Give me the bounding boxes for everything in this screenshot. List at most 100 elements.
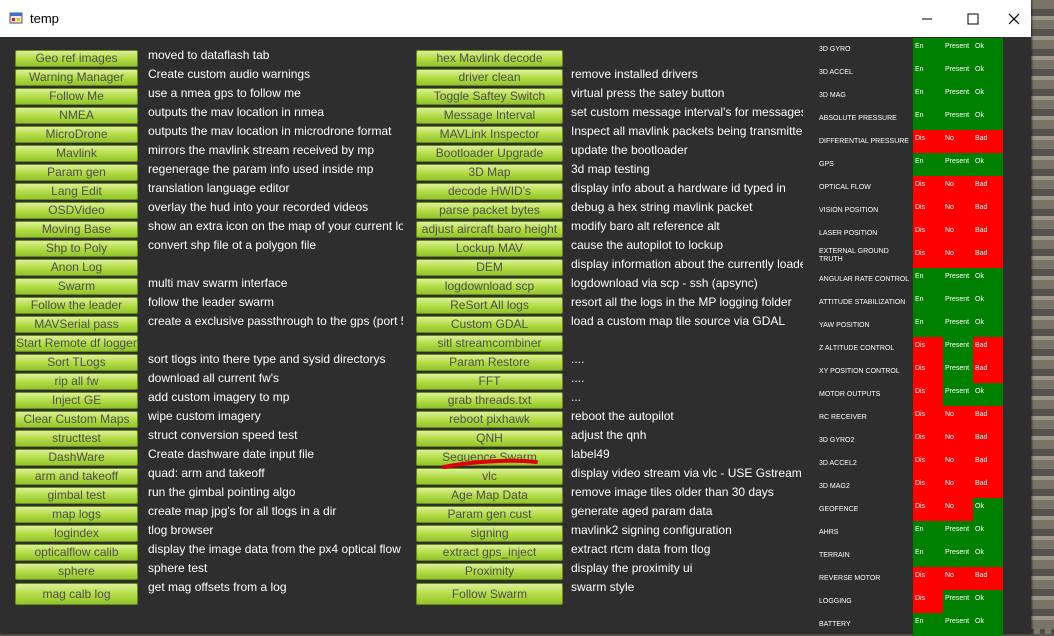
sensor-status-cell: Dis bbox=[913, 406, 943, 429]
tool-button[interactable]: logindex bbox=[15, 525, 138, 542]
tool-description: set custom message interval's for messag… bbox=[571, 105, 803, 119]
tool-button[interactable]: Start Remote df logger bbox=[15, 335, 138, 352]
tool-button[interactable]: Proximity bbox=[416, 563, 563, 580]
tool-button[interactable]: decode HWID's bbox=[416, 183, 563, 200]
tool-description: debug a hex string mavlink packet bbox=[571, 200, 753, 214]
tool-button[interactable]: Message Interval bbox=[416, 107, 563, 124]
tool-button[interactable]: sitl streamcombiner bbox=[416, 335, 563, 352]
tool-button[interactable]: Warning Manager bbox=[15, 69, 138, 86]
tool-button[interactable]: Inject GE bbox=[15, 392, 138, 409]
tool-button[interactable]: grab threads.txt bbox=[416, 392, 563, 409]
tool-description: outputs the mav location in nmea bbox=[148, 105, 325, 119]
tool-button[interactable]: Shp to Poly bbox=[15, 240, 138, 257]
tool-description: reboot the autopilot bbox=[571, 409, 674, 423]
tool-button[interactable]: driver clean bbox=[416, 69, 563, 86]
sensor-status-cell: En bbox=[913, 84, 943, 107]
tool-button[interactable]: DEM bbox=[416, 259, 563, 276]
tool-button[interactable]: mag calb log bbox=[15, 583, 138, 605]
tool-button[interactable]: Follow the leader bbox=[15, 297, 138, 314]
sensor-status-cell: Dis bbox=[913, 130, 943, 153]
tool-button[interactable]: NMEA bbox=[15, 107, 138, 124]
sensor-status-text: En bbox=[915, 296, 924, 303]
tool-button[interactable]: Custom GDAL bbox=[416, 316, 563, 333]
tool-button[interactable]: Param Restore bbox=[416, 354, 563, 371]
tool-button[interactable]: adjust aircraft baro height bbox=[416, 221, 563, 238]
sensor-status-cell: Dis bbox=[913, 337, 943, 360]
tool-button[interactable]: Param gen cust bbox=[416, 506, 563, 523]
tool-description: regenerage the param info used inside mp bbox=[148, 162, 374, 176]
tool-button[interactable]: extract gps_inject bbox=[416, 544, 563, 561]
tool-button[interactable]: structtest bbox=[15, 430, 138, 447]
tool-button[interactable]: Moving Base bbox=[15, 221, 138, 238]
tool-description: display the image data from the px4 opti… bbox=[148, 542, 403, 556]
tool-button[interactable]: Anon Log bbox=[15, 259, 138, 276]
tool-button[interactable]: Age Map Data bbox=[416, 487, 563, 504]
tool-description: display the proximity ui bbox=[571, 561, 693, 575]
tool-button[interactable]: sphere bbox=[15, 563, 138, 580]
sensor-status-text: Ok bbox=[975, 595, 984, 602]
tool-button[interactable]: MAVLink Inspector bbox=[416, 126, 563, 143]
sensor-status-row: En Present Ok bbox=[913, 268, 1003, 291]
tool-button[interactable]: Follow Me bbox=[15, 88, 138, 105]
red-underline-annotation bbox=[442, 458, 538, 469]
tool-description: translation language editor bbox=[148, 181, 290, 195]
tool-button[interactable]: Sort TLogs bbox=[15, 354, 138, 371]
tool-button[interactable]: 3D Map bbox=[416, 164, 563, 181]
sensor-status-cell: Present bbox=[943, 107, 973, 130]
tool-button[interactable]: rip all fw bbox=[15, 373, 138, 390]
tool-button[interactable]: Follow Swarm bbox=[416, 583, 563, 605]
sensor-status-text: Dis bbox=[915, 365, 926, 372]
tool-button[interactable]: signing bbox=[416, 525, 563, 542]
sensor-status-cell: No bbox=[943, 498, 973, 521]
tool-description: moved to dataflash tab bbox=[148, 48, 270, 62]
sensor-status-text: Dis bbox=[915, 181, 926, 188]
tool-button[interactable]: gimbal test bbox=[15, 487, 138, 504]
sensor-status-text: Ok bbox=[975, 503, 984, 510]
tool-button[interactable]: Clear Custom Maps bbox=[15, 411, 138, 428]
tool-button[interactable]: Swarm bbox=[15, 278, 138, 295]
tool-button[interactable]: ReSort All logs bbox=[416, 297, 563, 314]
tool-button[interactable]: reboot pixhawk bbox=[416, 411, 563, 428]
minimize-button[interactable] bbox=[904, 0, 950, 37]
tool-button[interactable]: MicroDrone bbox=[15, 126, 138, 143]
sensor-status-row: En Present Ok bbox=[913, 291, 1003, 314]
tool-button[interactable]: Toggle Saftey Switch bbox=[416, 88, 563, 105]
sensor-label: Z ALTITUDE CONTROL bbox=[819, 345, 895, 352]
tool-button[interactable]: parse packet bytes bbox=[416, 202, 563, 219]
tool-button[interactable]: Geo ref images bbox=[15, 50, 138, 67]
tool-button[interactable]: Bootloader Upgrade bbox=[416, 145, 563, 162]
tool-button[interactable]: hex Mavlink decode bbox=[416, 50, 563, 67]
tool-button[interactable]: MAVSerial pass bbox=[15, 316, 138, 333]
tool-button[interactable]: Mavlink bbox=[15, 145, 138, 162]
tool-button[interactable]: Lang Edit bbox=[15, 183, 138, 200]
tool-button[interactable]: arm and takeoff bbox=[15, 468, 138, 485]
tool-button[interactable]: Param gen bbox=[15, 164, 138, 181]
tool-button[interactable]: DashWare bbox=[15, 449, 138, 466]
tool-button[interactable]: map logs bbox=[15, 506, 138, 523]
sensor-status-text: En bbox=[915, 549, 924, 556]
tool-button[interactable]: Lockup MAV bbox=[416, 240, 563, 257]
sensor-status-cell: Ok bbox=[973, 498, 1003, 521]
tool-description: extract rtcm data from tlog bbox=[571, 542, 711, 556]
sensor-status-cell: No bbox=[943, 130, 973, 153]
sensor-status-text: Bad bbox=[975, 480, 988, 487]
sensor-status-cell: Dis bbox=[913, 429, 943, 452]
sensor-status-cell: Bad bbox=[973, 429, 1003, 452]
sensor-status-cell: En bbox=[913, 291, 943, 314]
sensor-status-text: No bbox=[945, 227, 954, 234]
close-button[interactable] bbox=[996, 0, 1031, 37]
tool-button[interactable]: QNH bbox=[416, 430, 563, 447]
window-title: temp bbox=[30, 11, 59, 26]
sensor-status-text: Bad bbox=[975, 457, 988, 464]
tool-button[interactable]: OSDVideo bbox=[15, 202, 138, 219]
sensor-status-cell: Present bbox=[943, 337, 973, 360]
maximize-button[interactable] bbox=[950, 0, 996, 37]
tool-button[interactable]: FFT bbox=[416, 373, 563, 390]
tool-button[interactable]: logdownload scp bbox=[416, 278, 563, 295]
sensor-status-cell: Bad bbox=[973, 406, 1003, 429]
sensor-status-text: Present bbox=[945, 342, 970, 349]
app-window: temp Geo ref images moved to dataflash ta… bbox=[0, 0, 1031, 636]
tool-button[interactable]: opticalflow calib bbox=[15, 544, 138, 561]
sensor-status-cell: Present bbox=[943, 84, 973, 107]
sensor-status-cell: No bbox=[943, 222, 973, 245]
